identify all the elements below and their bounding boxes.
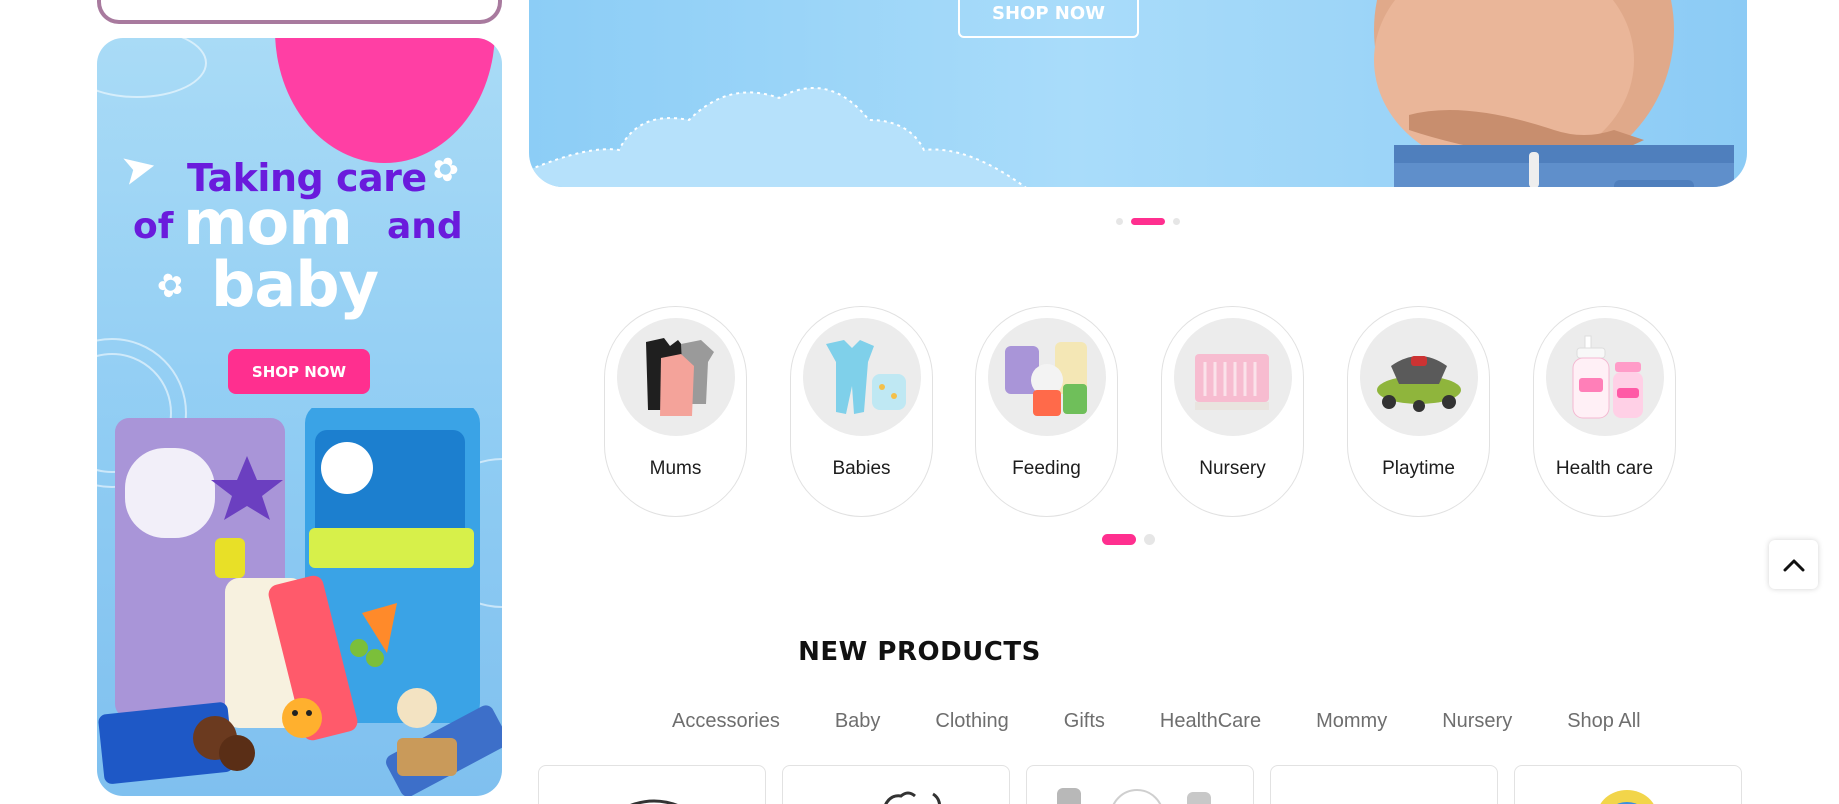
carousel-dot[interactable] [1173, 218, 1180, 225]
scroll-to-top-button[interactable] [1769, 540, 1818, 589]
baby-clothing-icon [802, 318, 921, 436]
category-nursery[interactable]: Nursery [1161, 306, 1304, 517]
product-card[interactable] [1514, 765, 1742, 804]
product-filter-tabs: Accessories Baby Clothing Gifts HealthCa… [672, 710, 1641, 733]
tab-gifts[interactable]: Gifts [1064, 710, 1105, 733]
category-playtime[interactable]: Playtime [1347, 306, 1490, 517]
product-image [1600, 790, 1654, 804]
tab-baby[interactable]: Baby [835, 710, 881, 733]
baby-food-icon [987, 318, 1106, 436]
page: ➤ ✿ ✿ Taking care of mom and baby SHOP N… [0, 0, 1839, 804]
category-label: Nursery [1199, 458, 1266, 479]
category-label: Feeding [1012, 458, 1081, 479]
category-carousel-dots [1102, 534, 1155, 545]
banner-headline-baby: baby [211, 248, 379, 321]
tab-nursery[interactable]: Nursery [1442, 710, 1512, 733]
previous-banner-frame [97, 0, 502, 24]
tab-shop-all[interactable]: Shop All [1567, 710, 1640, 733]
product-card[interactable] [782, 765, 1010, 804]
baby-walker-icon [1359, 318, 1478, 436]
category-health-care[interactable]: Health care [1533, 306, 1676, 517]
hero-banner[interactable]: SHOP NOW [529, 0, 1747, 187]
decorative-swirl [97, 38, 207, 98]
product-image [884, 791, 941, 804]
tab-accessories[interactable]: Accessories [672, 710, 780, 733]
category-feeding[interactable]: Feeding [975, 306, 1118, 517]
carousel-dot-active[interactable] [1131, 218, 1165, 225]
paper-plane-icon: ➤ [116, 139, 161, 196]
chevron-up-icon [1783, 559, 1804, 571]
tab-clothing[interactable]: Clothing [935, 710, 1008, 733]
side-shop-now-button[interactable]: SHOP NOW [228, 349, 370, 394]
category-label: Babies [832, 458, 891, 479]
product-image [630, 799, 678, 804]
maternity-clothing-icon [616, 318, 735, 436]
banner-headline-of: of [133, 206, 174, 247]
category-label: Health care [1555, 458, 1654, 479]
leaf-icon: ✿ [426, 146, 465, 192]
hero-shop-now-button[interactable]: SHOP NOW [958, 0, 1139, 38]
product-card[interactable] [1270, 765, 1498, 804]
category-label: Playtime [1382, 458, 1455, 479]
leaf-icon: ✿ [151, 262, 190, 308]
baby-lotion-icon [1545, 318, 1664, 436]
carousel-dot-active[interactable] [1102, 534, 1136, 545]
product-image [1057, 788, 1211, 804]
cloud-decoration [529, 86, 1027, 187]
carousel-dot[interactable] [1144, 534, 1155, 545]
product-card[interactable] [1026, 765, 1254, 804]
hero-carousel-dots [1116, 218, 1180, 225]
carousel-dot[interactable] [1116, 218, 1123, 225]
tab-healthcare[interactable]: HealthCare [1160, 710, 1261, 733]
decorative-blob [275, 38, 495, 163]
tab-mommy[interactable]: Mommy [1316, 710, 1387, 733]
category-babies[interactable]: Babies [790, 306, 933, 517]
banner-headline-and: and [387, 206, 463, 247]
category-label: Mums [649, 458, 702, 479]
new-products-title: NEW PRODUCTS [798, 637, 1041, 667]
side-promo-banner[interactable]: ➤ ✿ ✿ Taking care of mom and baby SHOP N… [97, 38, 502, 796]
category-mums[interactable]: Mums [604, 306, 747, 517]
baby-food-products-image [98, 408, 502, 796]
pregnant-belly-image [1374, 0, 1734, 187]
product-card[interactable] [538, 765, 766, 804]
crib-icon [1173, 318, 1292, 436]
